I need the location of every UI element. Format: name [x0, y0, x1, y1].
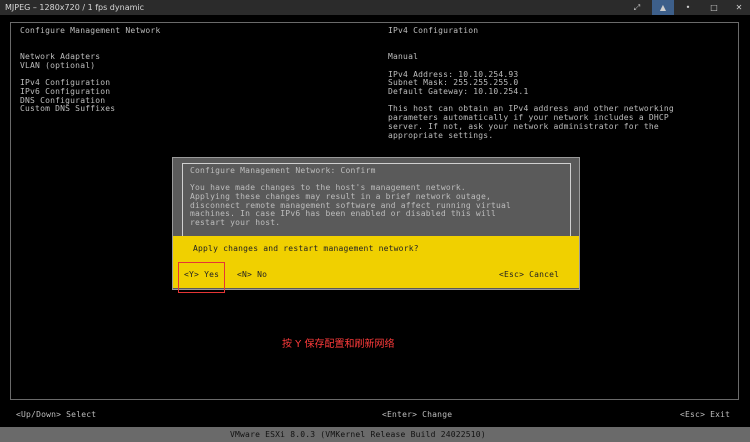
yes-highlight-box — [178, 262, 225, 293]
confirm-question: Apply changes and restart management net… — [193, 244, 419, 253]
dialog-title: Configure Management Network: Confirm — [190, 166, 376, 175]
dialog-body-line: You have made changes to the host's mana… — [190, 183, 466, 192]
help-text-line: This host can obtain an IPv4 address and… — [388, 104, 674, 113]
footer-version: VMware ESXi 8.0.3 (VMKernel Release Buil… — [230, 430, 486, 439]
left-panel-header: Configure Management Network — [20, 26, 161, 35]
hint-change: <Enter> Change — [382, 410, 453, 419]
status-footer: VMware ESXi 8.0.3 (VMKernel Release Buil… — [0, 427, 750, 442]
help-text-line: server. If not, ask your network adminis… — [388, 122, 659, 131]
menu-item-ipv4[interactable]: IPv4 Configuration — [20, 78, 110, 87]
hint-exit: <Esc> Exit — [680, 410, 731, 419]
maximize-icon[interactable]: □ — [703, 0, 725, 15]
default-gateway: Default Gateway: 10.10.254.1 — [388, 87, 529, 96]
window-title-bar: MJPEG – 1280x720 / 1 fps dynamic ⤢ ▲ • □… — [0, 0, 750, 15]
right-panel-header: IPv4 Configuration — [388, 26, 479, 35]
dialog-body-line: restart your host. — [190, 218, 281, 227]
subnet-mask: Subnet Mask: 255.255.255.0 — [388, 78, 519, 87]
menu-item-dns-suffixes[interactable]: Custom DNS Suffixes — [20, 104, 115, 113]
menu-item-ipv6[interactable]: IPv6 Configuration — [20, 87, 110, 96]
window-title: MJPEG – 1280x720 / 1 fps dynamic — [5, 3, 145, 12]
dialog-body-line: machines. In case IPv6 has been enabled … — [190, 209, 497, 218]
help-text-line: parameters automatically if your network… — [388, 113, 669, 122]
cancel-button[interactable]: <Esc> Cancel — [499, 270, 559, 279]
menu-item-vlan[interactable]: VLAN (optional) — [20, 61, 95, 70]
hint-select: <Up/Down> Select — [16, 410, 97, 419]
menu-icon[interactable]: • — [677, 0, 699, 15]
menu-item-network-adapters[interactable]: Network Adapters — [20, 52, 100, 61]
annotation-text: 按 Y 保存配置和刷新网络 — [282, 339, 395, 350]
close-icon[interactable]: ✕ — [728, 0, 750, 15]
ipv4-mode: Manual — [388, 52, 419, 61]
dialog-body-line: Applying these changes may result in a b… — [190, 192, 491, 201]
pin-icon[interactable]: ▲ — [652, 0, 674, 15]
confirm-prompt-area: Apply changes and restart management net… — [173, 236, 579, 288]
expand-icon[interactable]: ⤢ — [626, 0, 648, 15]
no-button[interactable]: <N> No — [237, 270, 267, 279]
help-text-line: appropriate settings. — [388, 131, 494, 140]
